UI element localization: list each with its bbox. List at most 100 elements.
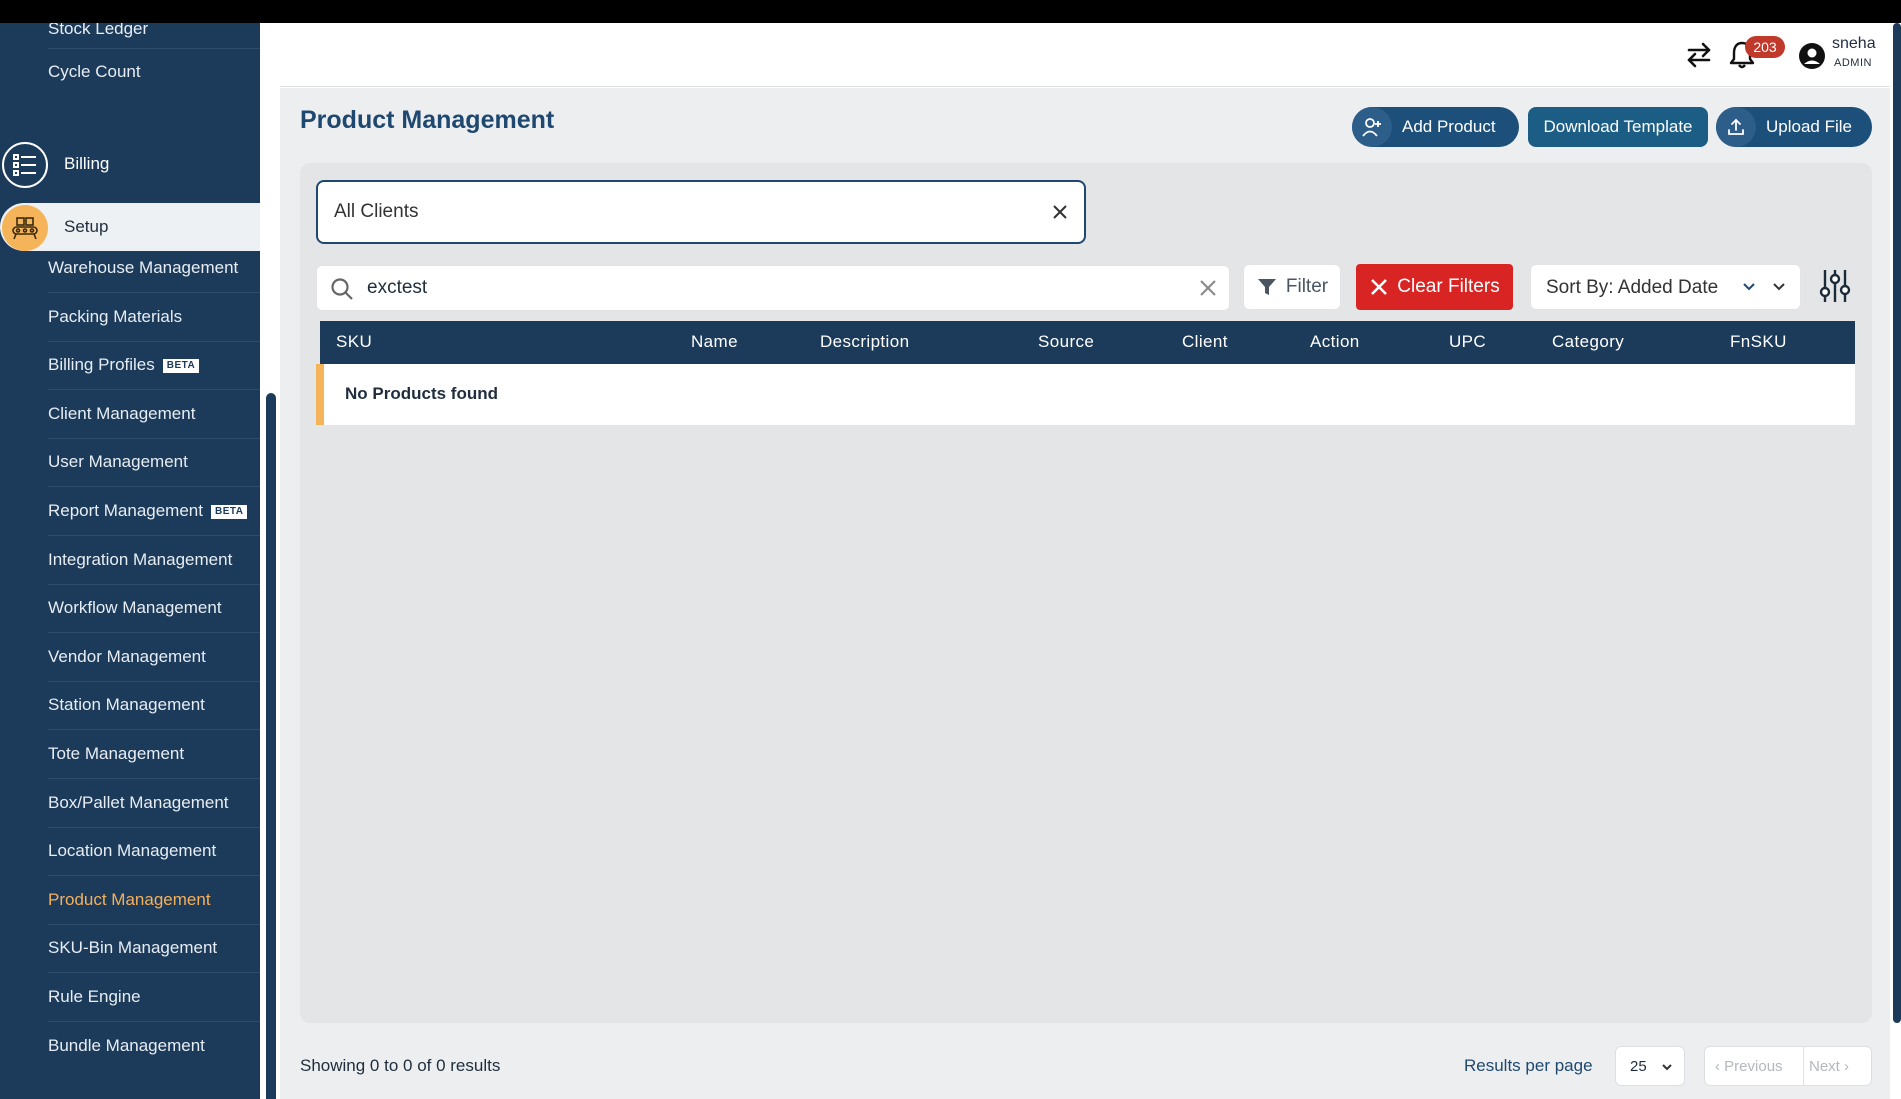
upload-file-label: Upload File bbox=[1766, 117, 1852, 136]
chevron-down-icon bbox=[1741, 279, 1757, 300]
sidebar-separator bbox=[48, 778, 260, 779]
sidebar-item-label: SKU-Bin Management bbox=[48, 938, 218, 958]
sidebar-item-packing-materials[interactable]: Packing Materials bbox=[48, 305, 182, 329]
sidebar-item-client-management[interactable]: Client Management bbox=[48, 402, 195, 426]
sidebar-item-label: Station Management bbox=[48, 695, 205, 715]
sidebar-item-label: Product Management bbox=[48, 889, 211, 909]
column-header-action[interactable]: Action bbox=[1310, 332, 1360, 352]
page-scrollbar[interactable] bbox=[1893, 23, 1901, 1023]
sidebar-separator bbox=[48, 729, 260, 731]
sidebar-item-label: Billing Profiles bbox=[48, 355, 155, 375]
sidebar-item-product-management[interactable]: Product Management bbox=[48, 888, 211, 912]
column-header-fnsku[interactable]: FnSKU bbox=[1730, 332, 1787, 352]
top-header bbox=[280, 23, 1890, 87]
list-icon bbox=[2, 142, 48, 188]
sidebar-item-location-management[interactable]: Location Management bbox=[48, 839, 216, 863]
pagination: ‹ Previous Next › bbox=[1704, 1046, 1872, 1086]
sidebar-item-workflow-management[interactable]: Workflow Management bbox=[48, 596, 222, 620]
sidebar: Stock Ledger Cycle Count Billing Setup W… bbox=[0, 23, 260, 1099]
column-header-source[interactable]: Source bbox=[1038, 332, 1094, 352]
user-name[interactable]: sneha bbox=[1832, 35, 1876, 53]
sidebar-separator bbox=[48, 486, 260, 488]
client-select[interactable]: All Clients bbox=[316, 180, 1086, 244]
chevron-down-icon bbox=[1660, 1060, 1674, 1078]
column-header-category[interactable]: Category bbox=[1552, 332, 1624, 352]
conveyor-icon bbox=[2, 205, 48, 251]
sidebar-item-billing-profiles[interactable]: Billing Profiles BETA bbox=[48, 353, 200, 377]
client-select-value: All Clients bbox=[334, 201, 419, 222]
search-icon bbox=[329, 276, 355, 307]
sidebar-separator bbox=[48, 292, 260, 293]
sidebar-section-setup[interactable]: Setup bbox=[0, 203, 260, 251]
filter-button[interactable]: Filter bbox=[1243, 264, 1341, 310]
table-header: SKU Name Description Source Client Actio… bbox=[320, 321, 1855, 364]
column-header-name[interactable]: Name bbox=[691, 332, 738, 352]
previous-label: Previous bbox=[1724, 1058, 1783, 1075]
top-strip bbox=[0, 0, 1901, 23]
results-per-page-value: 25 bbox=[1630, 1058, 1647, 1075]
sidebar-separator bbox=[48, 826, 260, 828]
add-product-button[interactable]: Add Product bbox=[1352, 107, 1519, 147]
upload-icon bbox=[1716, 107, 1756, 147]
sidebar-section-billing[interactable]: Billing bbox=[0, 140, 260, 188]
sidebar-top-group: Stock Ledger Cycle Count bbox=[0, 23, 260, 101]
add-product-label: Add Product bbox=[1402, 117, 1496, 136]
search-input[interactable]: exctest bbox=[316, 265, 1230, 311]
user-avatar-icon[interactable] bbox=[1798, 42, 1826, 70]
page-title: Product Management bbox=[300, 106, 555, 134]
download-template-label: Download Template bbox=[1543, 117, 1693, 136]
column-settings-icon[interactable] bbox=[1819, 268, 1851, 309]
sidebar-item-label: User Management bbox=[48, 452, 188, 472]
sort-select[interactable]: Sort By: Added Date bbox=[1530, 264, 1801, 310]
column-header-description[interactable]: Description bbox=[820, 332, 909, 352]
sidebar-item-station-management[interactable]: Station Management bbox=[48, 693, 205, 717]
sidebar-separator bbox=[48, 535, 260, 536]
sidebar-separator bbox=[48, 340, 260, 342]
next-label: Next bbox=[1809, 1058, 1840, 1075]
sidebar-item-report-management[interactable]: Report Management BETA bbox=[48, 499, 248, 523]
sidebar-item-label: Report Management bbox=[48, 501, 203, 520]
clear-filters-button[interactable]: Clear Filters bbox=[1356, 264, 1513, 310]
sidebar-item-warehouse-management[interactable]: Warehouse Management bbox=[48, 256, 238, 280]
sidebar-item-integration-management[interactable]: Integration Management bbox=[48, 548, 232, 572]
sidebar-scrollbar[interactable] bbox=[260, 23, 280, 1099]
sidebar-item-tote-management[interactable]: Tote Management bbox=[48, 742, 184, 766]
sidebar-separator bbox=[48, 680, 260, 682]
results-summary: Showing 0 to 0 of 0 results bbox=[300, 1056, 501, 1075]
sidebar-item-label: Packing Materials bbox=[48, 306, 183, 326]
clear-filters-label: Clear Filters bbox=[1397, 276, 1500, 297]
clear-search-icon[interactable] bbox=[1197, 277, 1219, 304]
upload-file-button[interactable]: Upload File bbox=[1716, 107, 1872, 147]
sidebar-item-rule-engine[interactable]: Rule Engine bbox=[48, 985, 141, 1009]
column-header-client[interactable]: Client bbox=[1182, 332, 1228, 352]
sidebar-item-cycle-count[interactable]: Cycle Count bbox=[48, 60, 141, 84]
download-template-button[interactable]: Download Template bbox=[1528, 107, 1708, 147]
previous-page-button[interactable]: ‹ Previous bbox=[1715, 1058, 1783, 1075]
next-page-button[interactable]: Next › bbox=[1809, 1058, 1849, 1075]
close-icon[interactable] bbox=[1048, 200, 1072, 224]
sidebar-item-stock-ledger[interactable]: Stock Ledger bbox=[48, 23, 148, 41]
sidebar-separator bbox=[48, 437, 260, 439]
switch-arrows-icon[interactable] bbox=[1684, 40, 1714, 70]
funnel-icon bbox=[1257, 279, 1276, 295]
sidebar-separator bbox=[48, 923, 260, 925]
column-header-sku[interactable]: SKU bbox=[336, 332, 372, 352]
chevron-down-icon bbox=[1771, 279, 1787, 300]
results-per-page-select[interactable]: 25 bbox=[1615, 1046, 1685, 1086]
sidebar-item-label: Location Management bbox=[48, 841, 217, 861]
column-header-upc[interactable]: UPC bbox=[1449, 332, 1486, 352]
sidebar-separator bbox=[48, 972, 260, 974]
sidebar-item-box-pallet-management[interactable]: Box/Pallet Management bbox=[48, 791, 229, 815]
sidebar-item-user-management[interactable]: User Management bbox=[48, 450, 188, 474]
sidebar-section-label: Billing bbox=[64, 154, 110, 173]
sidebar-scrollbar-thumb[interactable] bbox=[266, 393, 276, 1099]
sidebar-item-label: Workflow Management bbox=[48, 598, 222, 618]
sidebar-item-sku-bin-management[interactable]: SKU-Bin Management bbox=[48, 936, 217, 960]
sidebar-item-label: Client Management bbox=[48, 403, 196, 423]
sidebar-item-vendor-management[interactable]: Vendor Management bbox=[48, 645, 206, 669]
search-value: exctest bbox=[367, 277, 428, 298]
sidebar-item-bundle-management[interactable]: Bundle Management bbox=[48, 1034, 205, 1058]
sidebar-item-label: Vendor Management bbox=[48, 646, 206, 666]
sidebar-item-label: Box/Pallet Management bbox=[48, 792, 229, 812]
x-icon bbox=[1371, 279, 1388, 295]
